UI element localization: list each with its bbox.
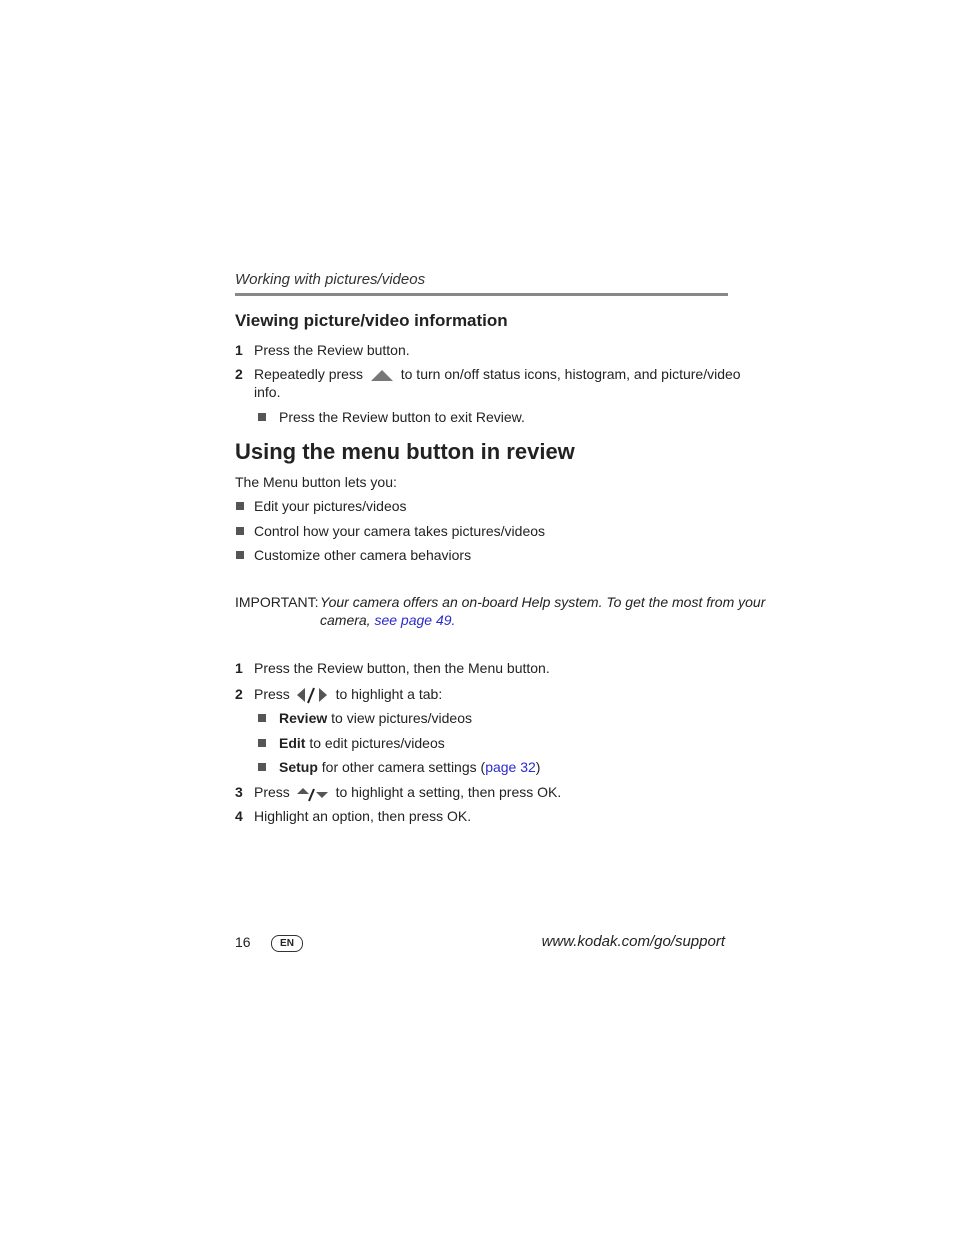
- menu-step-3-post: to highlight a setting, then press OK.: [335, 784, 562, 800]
- up-arrow-icon: [370, 370, 393, 382]
- tab-review-desc: to view pictures/videos: [331, 710, 472, 726]
- important-line-2-pre: camera,: [320, 612, 371, 628]
- important-line-2-post: .: [451, 612, 456, 628]
- step-number: 1: [235, 342, 243, 358]
- menu-bullet: Customize other camera behaviors: [254, 547, 472, 563]
- section-heading-viewing-info: Viewing picture/video information: [235, 311, 508, 330]
- tab-setup-desc: for other camera settings (: [321, 759, 486, 775]
- up-down-arrow-icon: [296, 788, 328, 802]
- step-2-number: 2: [235, 366, 243, 382]
- menu-bullet: Edit your pictures/videos: [254, 498, 407, 514]
- menu-intro: The Menu button lets you:: [235, 474, 397, 490]
- step-1: 1: [235, 341, 243, 359]
- menu-step-3-text: Press to highlight a setting, then press…: [254, 783, 561, 802]
- tab-edit-item: Edit to edit pictures/videos: [279, 734, 445, 752]
- tab-setup-name: Setup: [279, 759, 318, 775]
- step-2-pre: Repeatedly press: [254, 366, 363, 382]
- language-badge: EN: [271, 935, 303, 952]
- menu-step-2-post: to highlight a tab:: [335, 686, 443, 702]
- important-label: IMPORTANT:: [235, 594, 319, 610]
- bullet-icon: [236, 527, 244, 535]
- menu-step-2-text: Press to highlight a tab:: [254, 685, 442, 704]
- page-32-link[interactable]: page 32: [485, 759, 536, 775]
- running-header: Working with pictures/videos: [235, 271, 426, 288]
- menu-step-2-pre: Press: [254, 686, 290, 702]
- bullet-icon: [258, 739, 266, 747]
- left-right-arrow-icon: [296, 687, 327, 704]
- important-line-2: camera, see page 49.: [320, 611, 455, 629]
- tab-setup-close: ): [535, 759, 541, 775]
- bullet-icon: [258, 413, 266, 421]
- tab-edit-name: Edit: [279, 735, 306, 751]
- tab-review-name: Review: [279, 710, 328, 726]
- step-2-post: to turn on/off status icons, histogram, …: [400, 366, 741, 382]
- step-2-continued: info.: [254, 384, 281, 400]
- bullet-icon: [236, 551, 244, 559]
- section-heading-menu-button: Using the menu button in review: [235, 439, 575, 464]
- step-1-text: Press the Review button.: [254, 342, 410, 358]
- step-2-text: Repeatedly press to turn on/off status i…: [254, 365, 741, 383]
- bullet-icon: [258, 763, 266, 771]
- menu-step-4-number: 4: [235, 808, 243, 824]
- header-rule: [235, 293, 728, 296]
- menu-step-3-number: 3: [235, 784, 243, 800]
- menu-step-2-number: 2: [235, 686, 243, 702]
- menu-bullet: Control how your camera takes pictures/v…: [254, 523, 546, 539]
- see-page-49-link[interactable]: see page 49: [374, 612, 451, 628]
- menu-step-4-text: Highlight an option, then press OK.: [254, 808, 472, 824]
- important-line-1: Your camera offers an on-board Help syst…: [320, 594, 766, 610]
- menu-step-3-pre: Press: [254, 784, 290, 800]
- tab-setup-item: Setup for other camera settings (page 32…: [279, 758, 540, 776]
- tab-edit-desc: to edit pictures/videos: [309, 735, 445, 751]
- exit-review-bullet: Press the Review button to exit Review.: [279, 409, 525, 425]
- tab-review-item: Review to view pictures/videos: [279, 709, 472, 727]
- bullet-icon: [258, 714, 266, 722]
- page-number: 16: [235, 934, 251, 950]
- support-url[interactable]: www.kodak.com/go/support: [542, 933, 725, 951]
- menu-step-1-number: 1: [235, 660, 243, 676]
- menu-step-1-text: Press the Review button, then the Menu b…: [254, 660, 550, 676]
- bullet-icon: [236, 502, 244, 510]
